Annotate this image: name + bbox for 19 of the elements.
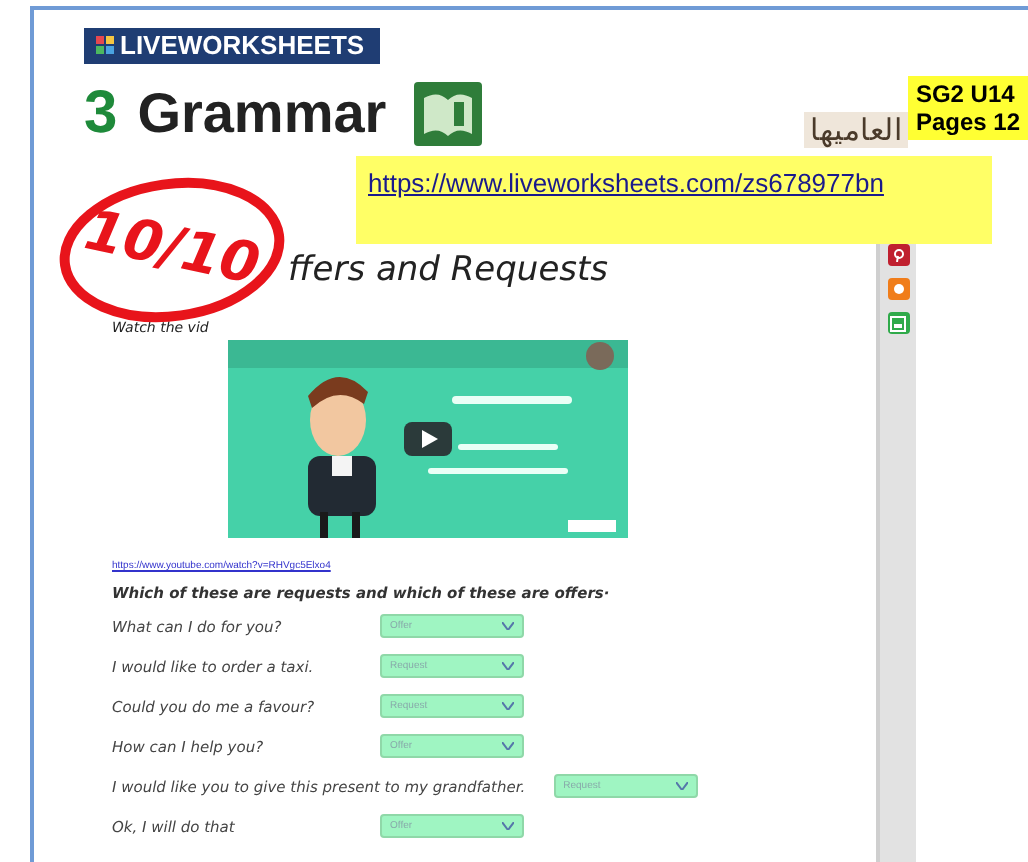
classroom-icon[interactable] — [887, 312, 909, 334]
blog-icon[interactable] — [887, 278, 909, 300]
chevron-icon — [502, 822, 514, 830]
section-title: Grammar — [137, 82, 387, 146]
section-number: 3 — [84, 80, 118, 148]
chevron-icon — [675, 782, 688, 790]
chevron-icon — [502, 742, 514, 750]
book-icon — [414, 82, 483, 146]
worksheet-link[interactable]: https://www.liveworksheets.com/zs678977bn — [368, 168, 884, 198]
chevron-icon — [502, 702, 514, 710]
arabic-label: العاميها — [803, 112, 908, 148]
play-button[interactable] — [404, 422, 452, 456]
site-logo[interactable]: LIVEWORKSHEETS — [84, 28, 381, 64]
chevron-icon — [502, 622, 514, 630]
page-note: SG2 U14 Pages 12 — [907, 76, 1028, 140]
chevron-icon — [502, 662, 514, 670]
score-mark: 10/10 — [54, 174, 290, 322]
pin-icon[interactable] — [887, 244, 909, 266]
worksheet-title: ffers and Requests — [288, 250, 611, 290]
